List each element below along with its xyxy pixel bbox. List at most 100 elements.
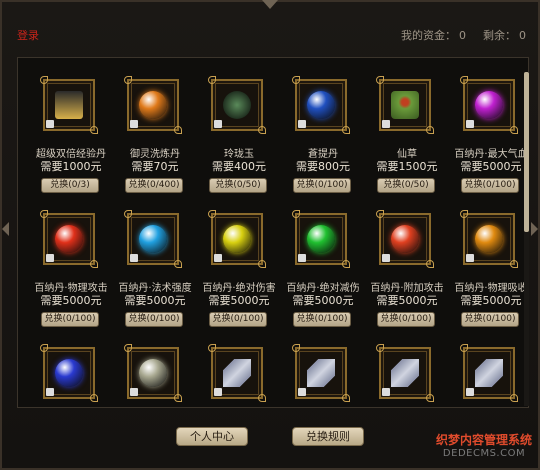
item-card[interactable]: 超级双倍经验丹 需要1000元 兑换(0/3) [31, 65, 111, 195]
yellow-orb-icon [223, 225, 251, 253]
lock-icon [298, 254, 306, 262]
herb-icon [391, 91, 419, 119]
remaining-value: 0 [519, 29, 526, 42]
exchange-button[interactable]: 兑换(0/100) [209, 312, 267, 327]
watermark-line1: 织梦内容管理系统 [435, 433, 532, 447]
exchange-button[interactable]: 兑换(0/100) [293, 312, 351, 327]
remaining-label: 剩余： [483, 29, 516, 42]
item-slot[interactable] [124, 344, 182, 402]
item-card[interactable]: 仙草 需要1500元 兑换(0/50) [367, 65, 447, 195]
lock-icon [382, 254, 390, 262]
red-orb-icon [55, 225, 83, 253]
exchange-button[interactable]: 兑换(0/100) [125, 312, 183, 327]
top-notch-ornament [262, 0, 278, 9]
item-slot[interactable] [376, 76, 434, 134]
lock-icon [466, 120, 474, 128]
item-slot[interactable] [40, 210, 98, 268]
purple-orb-icon [475, 91, 503, 119]
grey-orb-icon [139, 359, 167, 387]
item-slot[interactable] [292, 210, 350, 268]
lock-icon [466, 388, 474, 396]
login-link[interactable]: 登录 [17, 27, 39, 43]
blue-orb-icon [307, 91, 335, 119]
item-slot[interactable] [376, 210, 434, 268]
lock-icon [298, 388, 306, 396]
item-card[interactable]: 百纳丹·法术强度 需要5000元 兑换(0/100) [115, 199, 195, 329]
item-slot[interactable] [124, 210, 182, 268]
item-card[interactable]: 御灵洗炼丹 需要70元 兑换(0/400) [115, 65, 195, 195]
item-slot[interactable] [460, 76, 518, 134]
right-arrow-icon[interactable] [531, 222, 538, 236]
item-card[interactable]: 百纳丹·附加攻击 需要5000元 兑换(0/100) [367, 199, 447, 329]
scroll-thumb[interactable] [524, 72, 529, 232]
scroll-icon [307, 359, 335, 387]
dark-blue-orb-icon [55, 359, 83, 387]
lock-icon [46, 120, 54, 128]
watermark: 织梦内容管理系统 DEDECMS.COM [430, 434, 538, 460]
item-slot[interactable] [292, 344, 350, 402]
item-grid: 超级双倍经验丹 需要1000元 兑换(0/3) 御灵洗炼丹 需要70元 兑换(0/400)… [17, 57, 529, 408]
exchange-rules-button[interactable]: 兑换规则 [292, 427, 364, 446]
item-slot[interactable] [460, 344, 518, 402]
item-card[interactable]: 百纳丹·最大气血 需要5000元 兑换(0/100) [451, 65, 528, 195]
cyan-orb-icon [139, 225, 167, 253]
exchange-button[interactable]: 兑换(0/100) [461, 312, 519, 327]
exchange-button[interactable]: 兑换(0/100) [293, 178, 351, 193]
funds-label: 我的资金： [401, 29, 456, 42]
item-slot[interactable] [376, 344, 434, 402]
left-arrow-icon[interactable] [2, 222, 9, 236]
item-slot[interactable] [208, 344, 266, 402]
item-price: 需要5000元 [460, 294, 522, 307]
exchange-button[interactable]: 兑换(0/50) [377, 178, 435, 193]
item-card[interactable]: 蒼提丹 需要800元 兑换(0/100) [283, 65, 363, 195]
exchange-button[interactable]: 兑换(0/50) [209, 178, 267, 193]
item-card[interactable] [115, 333, 195, 407]
item-slot[interactable] [208, 210, 266, 268]
red-orange-orb-icon [391, 225, 419, 253]
exchange-button[interactable]: 兑换(0/3) [41, 178, 99, 193]
lock-icon [214, 120, 222, 128]
item-price: 需要5000元 [460, 160, 522, 173]
lock-icon [46, 254, 54, 262]
item-card[interactable] [199, 333, 279, 407]
exchange-button[interactable]: 兑换(0/100) [41, 312, 99, 327]
jade-dragon-icon [223, 91, 251, 119]
scroll-icon [223, 359, 251, 387]
scrollbar[interactable] [524, 72, 529, 406]
item-card[interactable]: 百纳丹·绝对伤害 需要5000元 兑换(0/100) [199, 199, 279, 329]
item-slot[interactable] [208, 76, 266, 134]
item-card[interactable] [367, 333, 447, 407]
exchange-button[interactable]: 兑换(0/400) [125, 178, 183, 193]
item-card[interactable]: 百纳丹·绝对减伤 需要5000元 兑换(0/100) [283, 199, 363, 329]
lock-icon [130, 388, 138, 396]
funds-value: 0 [459, 29, 466, 42]
item-slot[interactable] [292, 76, 350, 134]
lock-icon [298, 120, 306, 128]
scroll-pill-icon [55, 91, 83, 119]
amber-orb-icon [475, 225, 503, 253]
scroll-icon [475, 359, 503, 387]
watermark-line2: DEDECMS.COM [442, 448, 526, 459]
exchange-button[interactable]: 兑换(0/100) [377, 312, 435, 327]
lock-icon [382, 120, 390, 128]
item-slot[interactable] [460, 210, 518, 268]
lock-icon [46, 388, 54, 396]
scroll-icon [391, 359, 419, 387]
lock-icon [130, 120, 138, 128]
orange-orb-icon [139, 91, 167, 119]
item-slot[interactable] [124, 76, 182, 134]
item-card[interactable]: 百纳丹·物理吸收 需要5000元 兑换(0/100) [451, 199, 528, 329]
item-slot[interactable] [40, 76, 98, 134]
lock-icon [214, 388, 222, 396]
lock-icon [382, 388, 390, 396]
item-card[interactable] [283, 333, 363, 407]
lock-icon [466, 254, 474, 262]
item-card[interactable] [451, 333, 528, 407]
item-card[interactable]: 百纳丹·物理攻击 需要5000元 兑换(0/100) [31, 199, 111, 329]
personal-center-button[interactable]: 个人中心 [176, 427, 248, 446]
item-slot[interactable] [40, 344, 98, 402]
funds-info: 我的资金： 0 剩余： 0 [398, 27, 526, 43]
item-card[interactable] [31, 333, 111, 407]
exchange-button[interactable]: 兑换(0/100) [461, 178, 519, 193]
item-card[interactable]: 玲珑玉 需要400元 兑换(0/50) [199, 65, 279, 195]
